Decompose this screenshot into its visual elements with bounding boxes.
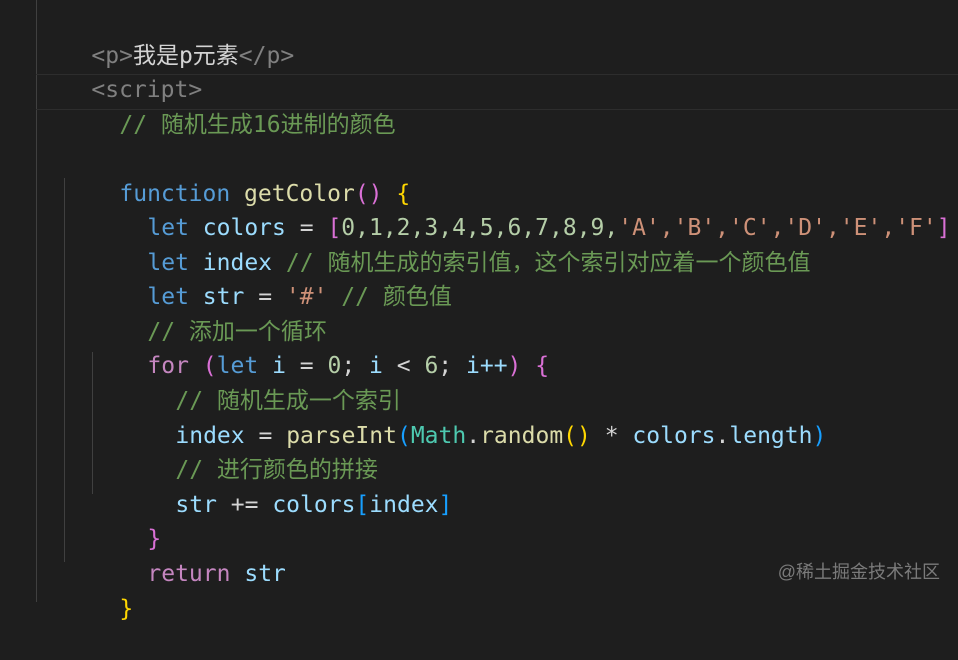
function-name: random [480,423,564,449]
brace: } [119,596,134,622]
operator: += [216,492,273,518]
code-line: function getColor() { [64,143,410,207]
code-line: str += colors[index] [120,454,452,518]
brace: { [535,353,550,379]
comment: // 颜色值 [341,284,452,310]
variable: str [244,561,286,587]
property: length [729,423,813,449]
comment: // 随机生成16进制的颜色 [119,112,396,138]
code-line: } [64,558,133,622]
tag-close: </p> [238,43,295,69]
code-line: return str [92,523,286,587]
code-line: // 随机生成16进制的颜色 [64,74,395,138]
keyword-return: return [147,561,231,587]
variable: colors [632,423,716,449]
paren: ) [507,353,522,379]
bracket: [ [355,492,370,518]
code-line: index = parseInt(Math.random() * colors.… [120,385,826,449]
bracket: ] [936,215,951,241]
code-line: <p>我是p元素</p> [36,5,294,69]
code-line: } [92,488,161,552]
variable: i++ [466,353,508,379]
operator: . [715,423,730,449]
operator: * [590,423,633,449]
paren: ) [812,423,827,449]
operator: . [466,423,481,449]
operator: ; [438,353,466,379]
paren: () [563,423,591,449]
code-line: // 添加一个循环 [92,281,327,345]
paren: ( [396,423,411,449]
variable: str [175,492,217,518]
code-line: // 随机生成一个索引 [120,350,401,414]
variable: colors [272,492,356,518]
bracket: ] [438,492,453,518]
code-line: let str = '#' // 颜色值 [92,246,451,310]
code-line: for (let i = 0; i < 6; i++) { [92,315,549,379]
number: 6 [424,353,439,379]
code-line: let index // 随机生成的索引值，这个索引对应着一个颜色值 [92,212,810,276]
code-editor[interactable]: <p>我是p元素</p> <script> // 随机生成16进制的颜色 fun… [0,0,958,622]
variable: index [369,492,439,518]
code-line: <script> [36,39,202,103]
code-line: // 进行颜色的拼接 [120,419,378,483]
code-line: let colors = [0,1,2,3,4,5,6,7,8,9,'A','B… [92,177,950,241]
class-name: Math [410,423,467,449]
watermark: @稀土掘金技术社区 [777,562,940,582]
